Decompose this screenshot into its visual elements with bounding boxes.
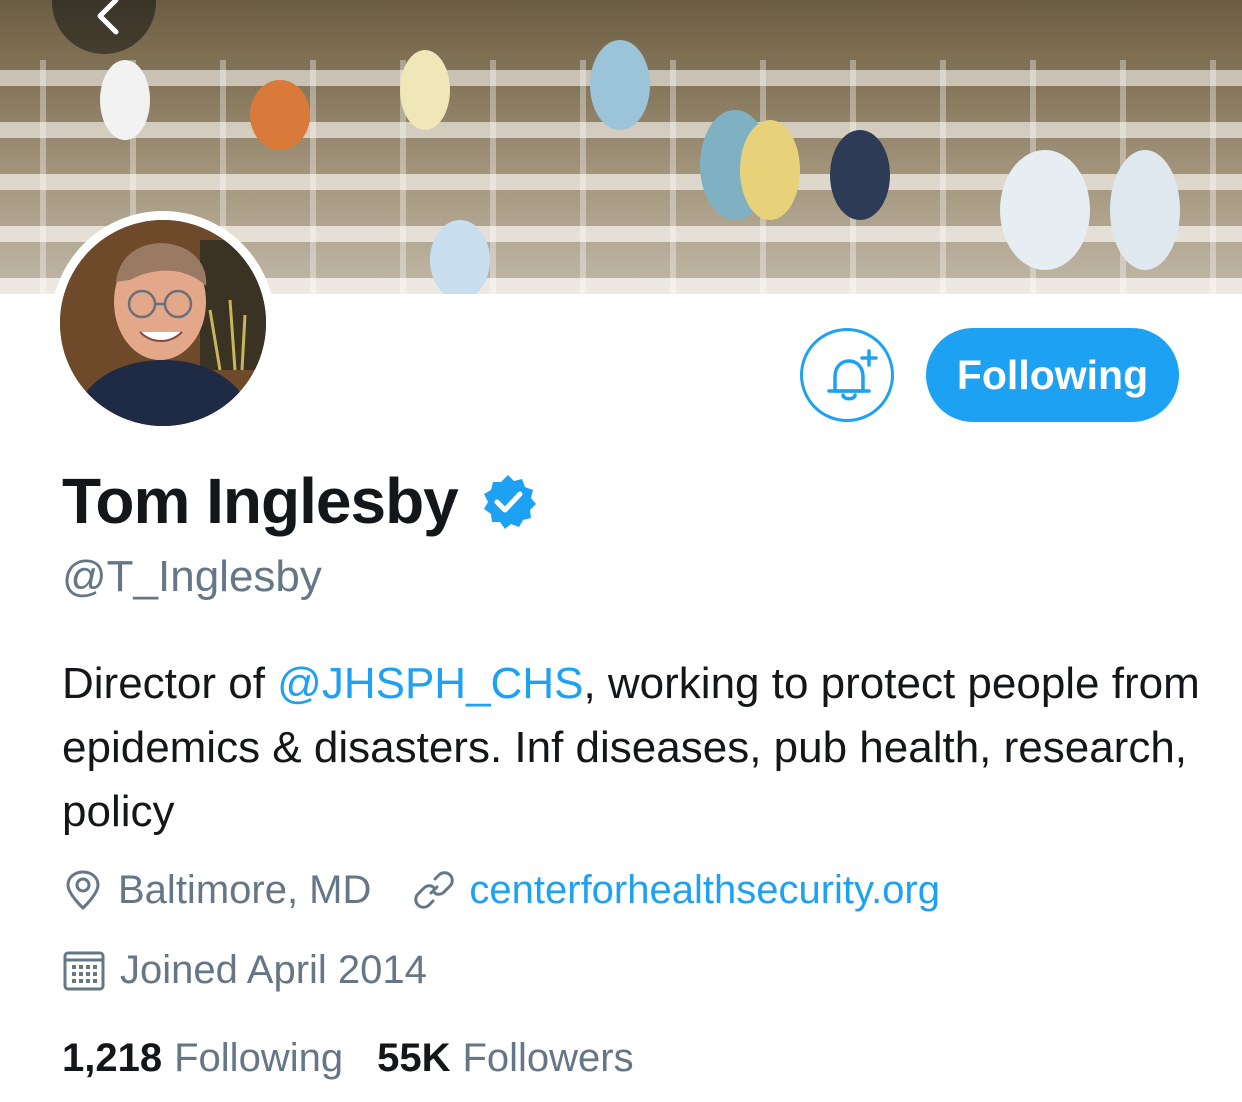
followers-label: Followers xyxy=(462,1035,634,1080)
banner-figure xyxy=(430,220,490,294)
location-text: Baltimore, MD xyxy=(118,867,372,912)
banner-figure xyxy=(590,40,650,130)
notifications-button[interactable] xyxy=(800,328,894,422)
banner-figure xyxy=(250,80,310,150)
calendar-icon xyxy=(63,951,105,991)
chevron-left-icon xyxy=(97,0,119,35)
follow-stats: 1,218 Following 55K Followers xyxy=(62,1030,634,1086)
joined-row: Joined April 2014 xyxy=(62,942,427,998)
following-button[interactable]: Following xyxy=(926,328,1179,422)
followers-count: 55K xyxy=(377,1035,451,1080)
banner-figure xyxy=(830,130,890,220)
website-link[interactable]: centerforhealthsecurity.org xyxy=(469,868,940,913)
banner-figure xyxy=(1000,150,1090,270)
profile-meta-row: Baltimore, MD centerforhealthsecurity.or… xyxy=(62,862,940,918)
following-count: 1,218 xyxy=(62,1035,163,1080)
back-button[interactable] xyxy=(52,0,156,54)
profile-bio: Director of @JHSPH_CHS, working to prote… xyxy=(62,652,1202,844)
bio-text-prefix: Director of xyxy=(62,659,278,708)
following-stat[interactable]: 1,218 Following xyxy=(62,1036,343,1081)
avatar-portrait xyxy=(60,220,266,426)
location-pin-icon xyxy=(66,870,100,910)
location-item: Baltimore, MD xyxy=(62,868,371,913)
following-label: Following xyxy=(174,1035,344,1080)
link-icon xyxy=(414,871,455,909)
banner-figure xyxy=(1110,150,1180,270)
profile-handle: @T_Inglesby xyxy=(62,552,322,601)
bio-mention-link[interactable]: @JHSPH_CHS xyxy=(277,659,583,708)
avatar-photo xyxy=(60,220,266,426)
verified-badge-icon xyxy=(483,475,536,529)
banner-figure xyxy=(740,120,800,220)
banner-figure xyxy=(100,60,150,140)
profile-name: Tom Inglesby xyxy=(62,465,459,537)
followers-stat[interactable]: 55K Followers xyxy=(377,1036,634,1081)
bell-plus-icon xyxy=(827,349,878,401)
avatar[interactable] xyxy=(51,211,275,435)
joined-date: Joined April 2014 xyxy=(120,947,427,992)
profile-name-row: Tom Inglesby xyxy=(62,465,536,537)
more-button[interactable] xyxy=(1080,0,1164,10)
banner-figure xyxy=(400,50,450,130)
website-item[interactable]: centerforhealthsecurity.org xyxy=(413,868,940,913)
